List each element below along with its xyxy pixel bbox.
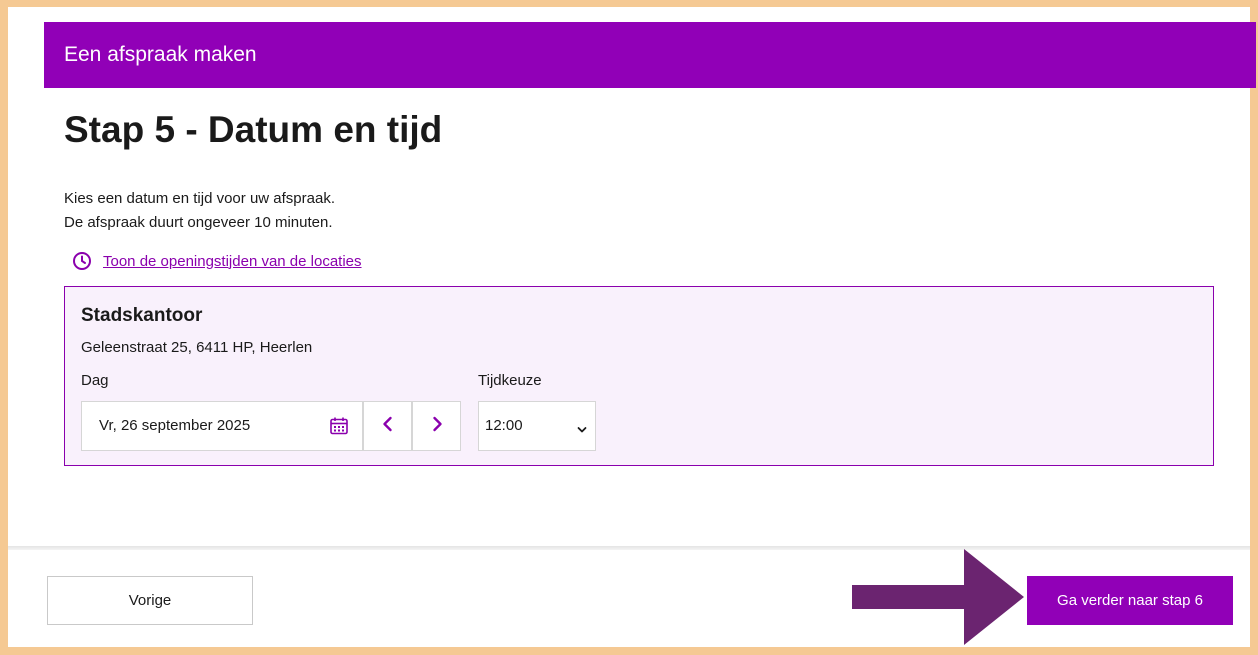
intro-text-line1: Kies een datum en tijd voor uw afspraak. bbox=[64, 190, 335, 207]
chevron-down-icon bbox=[577, 421, 587, 439]
chevron-right-icon bbox=[430, 416, 444, 437]
header-title: Een afspraak maken bbox=[64, 43, 257, 66]
opening-hours-link-label[interactable]: Toon de openingstijden van de locaties bbox=[103, 253, 362, 270]
location-card: Stadskantoor Geleenstraat 25, 6411 HP, H… bbox=[64, 286, 1214, 466]
clock-icon bbox=[72, 251, 92, 271]
time-label: Tijdkeuze bbox=[478, 372, 542, 389]
previous-button[interactable]: Vorige bbox=[47, 576, 253, 625]
next-day-button[interactable] bbox=[412, 401, 461, 451]
opening-hours-link[interactable]: Toon de openingstijden van de locaties bbox=[72, 250, 362, 272]
footer-divider bbox=[8, 546, 1250, 550]
previous-day-button[interactable] bbox=[363, 401, 412, 451]
next-step-button[interactable]: Ga verder naar stap 6 bbox=[1027, 576, 1233, 625]
intro-text-line2: De afspraak duurt ongeveer 10 minuten. bbox=[64, 214, 333, 231]
arrow-right-icon bbox=[852, 549, 1024, 650]
day-label: Dag bbox=[81, 372, 109, 389]
time-select-value: 12:00 bbox=[485, 417, 523, 434]
location-name: Stadskantoor bbox=[81, 305, 203, 326]
page-title: Stap 5 - Datum en tijd bbox=[64, 109, 443, 150]
calendar-icon[interactable] bbox=[329, 416, 349, 441]
date-value: Vr, 26 september 2025 bbox=[99, 417, 251, 434]
time-select[interactable]: 12:00 bbox=[478, 401, 596, 451]
location-address: Geleenstraat 25, 6411 HP, Heerlen bbox=[81, 339, 313, 356]
date-input[interactable]: Vr, 26 september 2025 bbox=[81, 401, 363, 451]
chevron-left-icon bbox=[381, 416, 395, 437]
page-header: Een afspraak maken bbox=[44, 22, 1256, 88]
